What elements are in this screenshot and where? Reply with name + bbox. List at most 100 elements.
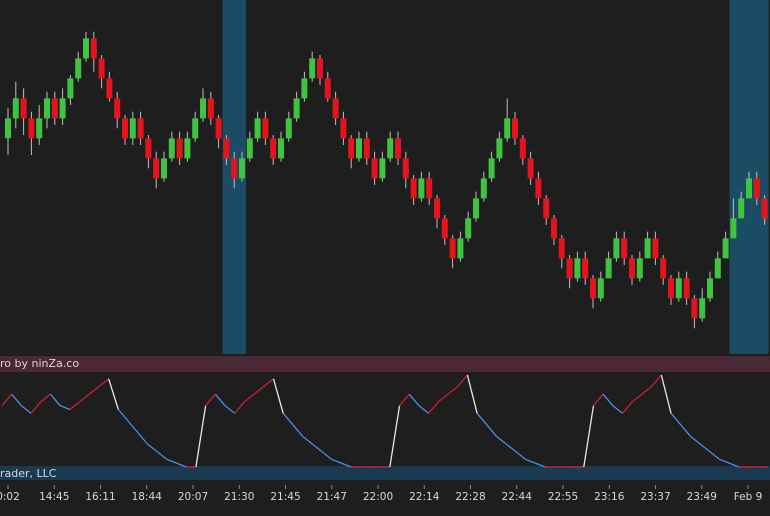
candle-up — [5, 118, 11, 139]
candle-up — [161, 158, 167, 179]
candle-down — [317, 58, 323, 79]
candle-up — [44, 98, 50, 119]
candle-down — [114, 98, 121, 119]
candle-down — [122, 118, 128, 139]
x-tick-label: 21:47 — [317, 491, 347, 503]
candle-up — [496, 138, 503, 159]
candle-down — [223, 138, 230, 159]
candle-down — [426, 178, 433, 199]
candle-down — [652, 238, 659, 259]
candle-up — [239, 158, 245, 179]
candle-up — [597, 278, 604, 299]
candle-up — [67, 78, 74, 99]
candle-up — [12, 98, 19, 119]
candle-down — [566, 258, 573, 279]
x-tick-label: Feb 9 — [734, 491, 763, 503]
candle-down — [231, 158, 238, 179]
x-tick-label: 16:11 — [85, 491, 115, 503]
candle-down — [582, 258, 589, 279]
candle-down — [28, 118, 35, 139]
candle-up — [613, 238, 620, 259]
candle-down — [145, 138, 152, 159]
candle-down — [332, 98, 339, 119]
candle-up — [504, 118, 511, 139]
candle-down — [363, 138, 370, 159]
candle-down — [51, 98, 58, 119]
candle-up — [488, 158, 495, 179]
candle-down — [527, 158, 534, 179]
candle-down — [761, 198, 768, 219]
x-tick-label: 22:28 — [455, 491, 485, 503]
candle-down — [434, 198, 440, 219]
candle-down — [176, 138, 183, 159]
candle-up — [59, 98, 66, 119]
candle-down — [558, 238, 565, 259]
candle-down — [668, 278, 674, 299]
candle-down — [621, 238, 628, 259]
candle-down — [441, 218, 448, 239]
candle-up — [36, 118, 43, 139]
candle-down — [691, 298, 698, 319]
candle-up — [605, 258, 612, 279]
candle-up — [644, 238, 651, 259]
candle-down — [660, 258, 667, 279]
candle-up — [129, 118, 136, 139]
candle-up — [168, 138, 175, 159]
candle-up — [387, 138, 394, 159]
x-tick-label: 18:44 — [132, 491, 163, 503]
candle-up — [738, 198, 745, 219]
x-tick-label: 0:02 — [0, 491, 20, 503]
candle-down — [153, 158, 160, 179]
x-tick-label: 14:45 — [39, 491, 69, 503]
candle-up — [707, 278, 713, 299]
candle-up — [473, 198, 479, 219]
x-tick-label: 21:30 — [224, 491, 254, 503]
candle-up — [309, 58, 316, 79]
candle-down — [519, 138, 526, 159]
candle-down — [215, 118, 222, 139]
chart-canvas: ro by ninZa.co rader, LLC 0:02 14:45 16:11… — [0, 0, 770, 512]
candle-down — [512, 118, 518, 139]
candle-up — [293, 98, 300, 119]
candle-down — [535, 178, 542, 199]
candle-up — [636, 258, 643, 279]
candle-up — [356, 138, 362, 159]
x-tick-label: 23:37 — [640, 491, 670, 503]
candle-up — [480, 178, 487, 199]
candle-up — [574, 258, 581, 279]
candle-down — [410, 178, 417, 199]
oscillator-footer-bar — [0, 466, 770, 480]
candle-down — [683, 278, 690, 299]
candle-up — [83, 38, 89, 59]
candle-down — [348, 138, 355, 159]
candle-down — [371, 158, 378, 179]
candle-up — [465, 218, 472, 239]
candle-down — [324, 78, 331, 99]
candle-down — [137, 118, 144, 139]
price-chart[interactable]: ro by ninZa.co rader, LLC 0:02 14:45 16:11… — [0, 0, 770, 512]
candle-up — [278, 138, 284, 159]
oscillator-header-bar — [0, 356, 770, 372]
candle-up — [699, 298, 706, 319]
candle-down — [551, 218, 557, 239]
candle-up — [285, 118, 292, 139]
x-tick-label: 23:49 — [687, 491, 717, 503]
x-tick-label: 22:00 — [363, 491, 393, 503]
x-tick-label: 21:45 — [270, 491, 300, 503]
candle-up — [200, 98, 206, 119]
candle-down — [106, 78, 113, 99]
candle-down — [262, 118, 269, 139]
candle-down — [402, 158, 409, 179]
candle-down — [207, 98, 214, 119]
candle-down — [20, 98, 27, 119]
candle-up — [254, 118, 261, 139]
candle-up — [184, 138, 191, 159]
candle-up — [192, 118, 199, 139]
oscillator-header-label: ro by ninZa.co — [0, 357, 79, 370]
candle-up — [675, 278, 682, 299]
candle-down — [590, 278, 596, 299]
candle-up — [301, 78, 308, 99]
candle-down — [98, 58, 105, 79]
candle-up — [457, 238, 464, 259]
x-tick-label: 22:14 — [409, 491, 440, 503]
